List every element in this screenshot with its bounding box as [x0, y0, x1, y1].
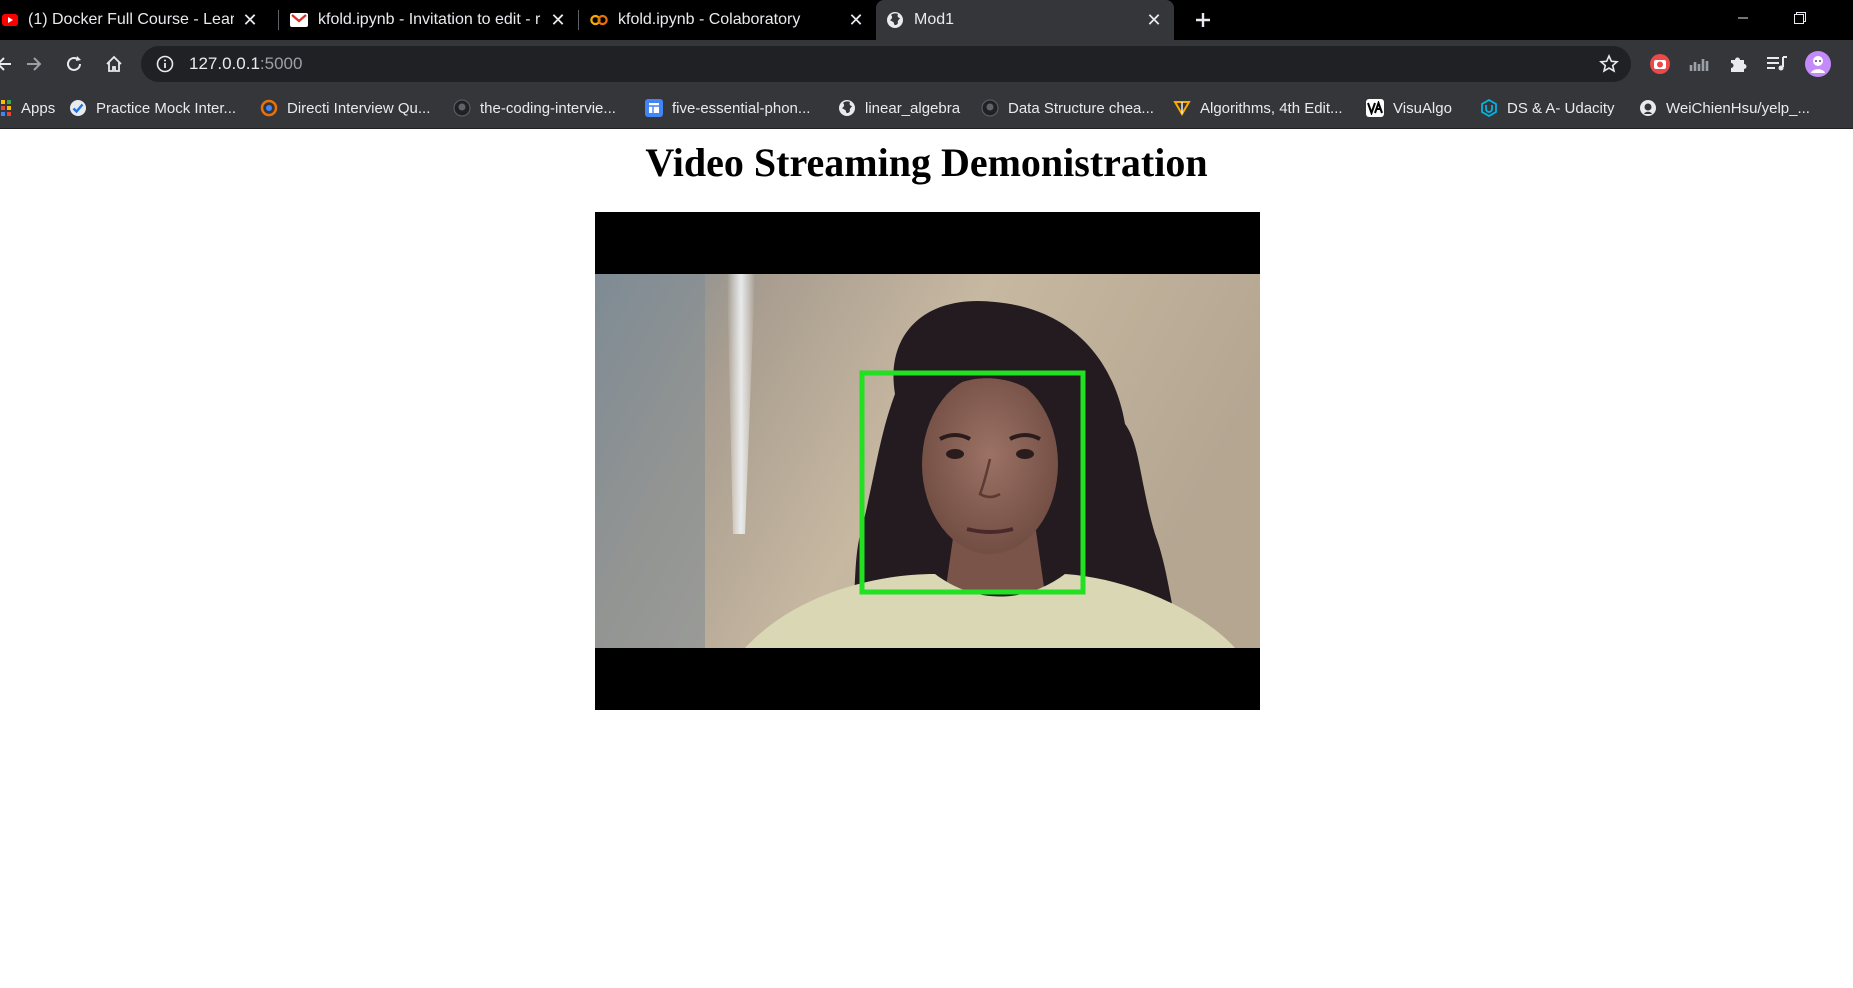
reload-icon[interactable]	[62, 52, 86, 76]
bookmark-label: Apps	[21, 99, 56, 117]
tab-separator	[578, 10, 579, 30]
bookmarks-bar: Apps Practice Mock Inter... Directi Inte…	[0, 88, 1853, 129]
bookmark-label: five-essential-phon...	[672, 99, 811, 117]
close-tab-icon[interactable]: ✕	[844, 8, 868, 32]
address-bar[interactable]: 127.0.0.1:5000	[141, 46, 1631, 82]
video-stream	[595, 212, 1260, 710]
bookmark-linear-algebra[interactable]: linear_algebra	[838, 88, 960, 128]
tab-title: kfold.ipynb - Invitation to edit - r	[318, 11, 541, 28]
bookmark-visualgo[interactable]: VisuAlgo	[1366, 88, 1452, 128]
profile-avatar-icon[interactable]	[1804, 50, 1832, 78]
tab-title: (1) Docker Full Course - Learn Dc	[28, 11, 234, 28]
close-tab-icon[interactable]: ✕	[546, 8, 570, 32]
site-info-icon[interactable]	[155, 54, 175, 74]
page-content: Video Streaming Demonistration	[0, 129, 1853, 988]
github-icon	[981, 99, 999, 117]
tab-title: Mod1	[914, 11, 955, 28]
bookmark-coding-interview[interactable]: the-coding-intervie...	[453, 88, 616, 128]
url-port: :5000	[259, 54, 303, 73]
url-text: 127.0.0.1:5000	[189, 54, 302, 74]
globe-icon	[886, 11, 904, 29]
bookmark-label: Directi Interview Qu...	[287, 99, 431, 117]
algorithms-icon	[1173, 99, 1191, 117]
bookmark-label: DS & A- Udacity	[1507, 99, 1615, 117]
camera-frame	[595, 274, 1260, 648]
site-logo-icon	[260, 99, 278, 117]
camera-frame-image	[595, 274, 1260, 648]
home-icon[interactable]	[102, 52, 126, 76]
extension-analytics-icon[interactable]	[1687, 52, 1711, 76]
colab-icon	[590, 11, 608, 29]
bookmark-weichienhsu[interactable]: WeiChienHsu/yelp_...	[1639, 88, 1810, 128]
check-badge-icon	[69, 99, 87, 117]
extension-camera-icon[interactable]	[1648, 52, 1672, 76]
bookmark-label: Algorithms, 4th Edit...	[1200, 99, 1343, 117]
bookmark-label: the-coding-intervie...	[480, 99, 616, 117]
bookmark-practice-mock[interactable]: Practice Mock Inter...	[69, 88, 236, 128]
gmail-icon	[290, 13, 308, 27]
tab-mod1[interactable]: Mod1 ✕	[876, 0, 1174, 40]
tab-kfold-colab[interactable]: kfold.ipynb - Colaboratory ✕	[580, 0, 876, 40]
bookmark-udacity[interactable]: DS & A- Udacity	[1480, 88, 1615, 128]
forward-icon[interactable]	[22, 52, 46, 76]
github-icon	[453, 99, 471, 117]
bookmark-algorithms[interactable]: Algorithms, 4th Edit...	[1173, 88, 1343, 128]
restore-button[interactable]	[1775, 0, 1825, 36]
tab-strip: (1) Docker Full Course - Learn Dc ✕ kfol…	[0, 0, 1853, 40]
bookmark-label: Data Structure chea...	[1008, 99, 1154, 117]
doc-icon	[645, 99, 663, 117]
tab-kfold-invitation[interactable]: kfold.ipynb - Invitation to edit - r ✕	[280, 0, 578, 40]
url-host: 127.0.0.1	[189, 54, 260, 73]
udacity-icon	[1480, 99, 1498, 117]
bookmark-apps[interactable]: Apps	[0, 88, 55, 128]
github-icon	[1639, 99, 1657, 117]
close-tab-icon[interactable]: ✕	[238, 8, 262, 32]
globe-icon	[838, 99, 856, 117]
bookmark-data-structure[interactable]: Data Structure chea...	[981, 88, 1154, 128]
new-tab-button[interactable]	[1187, 4, 1219, 36]
minimize-button[interactable]	[1718, 0, 1768, 36]
tab-title: kfold.ipynb - Colaboratory	[618, 11, 801, 28]
bookmark-label: WeiChienHsu/yelp_...	[1666, 99, 1810, 117]
tab-separator	[278, 10, 279, 30]
back-icon[interactable]	[0, 52, 16, 76]
extensions-puzzle-icon[interactable]	[1726, 52, 1750, 76]
apps-grid-icon	[0, 99, 12, 117]
media-queue-icon[interactable]	[1765, 52, 1789, 76]
page-title: Video Streaming Demonistration	[645, 140, 1208, 185]
close-tab-icon[interactable]: ✕	[1142, 8, 1166, 32]
tab-docker-course[interactable]: (1) Docker Full Course - Learn Dc ✕	[0, 0, 270, 40]
bookmark-label: VisuAlgo	[1393, 99, 1452, 117]
visualgo-icon	[1366, 99, 1384, 117]
youtube-icon	[2, 14, 18, 26]
browser-toolbar: 127.0.0.1:5000	[0, 40, 1853, 88]
bookmark-label: linear_algebra	[865, 99, 961, 117]
bookmark-star-icon[interactable]	[1599, 54, 1619, 74]
bookmark-label: Practice Mock Inter...	[96, 99, 237, 117]
bookmark-directi[interactable]: Directi Interview Qu...	[260, 88, 430, 128]
bookmark-five-essential[interactable]: five-essential-phon...	[645, 88, 810, 128]
